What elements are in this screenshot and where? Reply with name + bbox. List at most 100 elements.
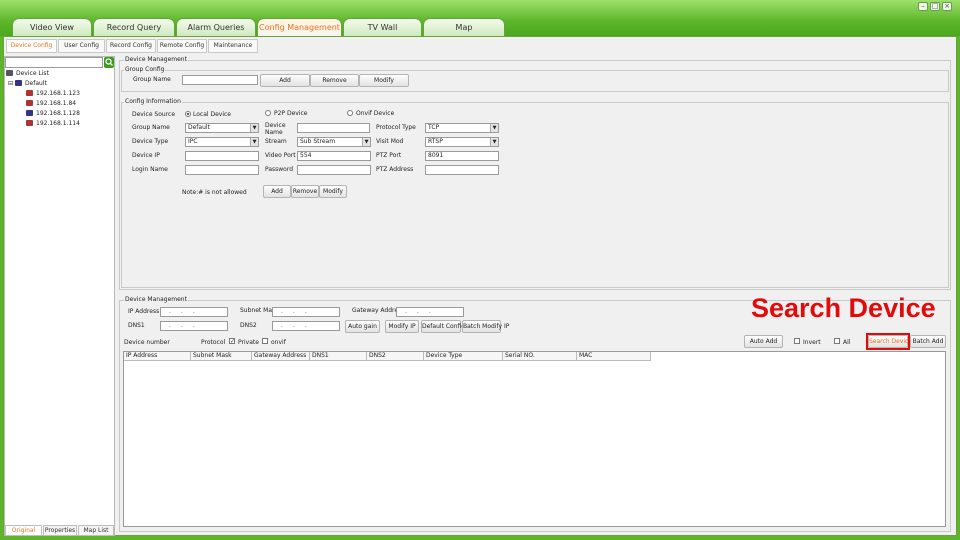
all-checkbox[interactable] xyxy=(834,338,840,344)
group-name-input[interactable] xyxy=(182,75,258,85)
col-device-type[interactable]: Device Type xyxy=(424,352,503,361)
tree-root-device-list[interactable]: Device List xyxy=(6,70,49,77)
chevron-down-icon: ▼ xyxy=(362,138,370,146)
group-modify-button[interactable]: Modify xyxy=(359,74,409,87)
camera-icon xyxy=(26,110,33,116)
subnet-mask-field[interactable]: ... xyxy=(272,307,340,317)
subtab-device-config[interactable]: Device Config xyxy=(6,39,57,53)
device-add-button[interactable]: Add xyxy=(263,185,291,198)
tab-config-management[interactable]: Config Management xyxy=(257,18,342,37)
device-ip-label: Device IP xyxy=(132,152,160,159)
subtab-maintenance[interactable]: Maintenance xyxy=(208,39,258,53)
visit-mod-label: Visit Mod xyxy=(376,138,404,145)
radio-local-device[interactable] xyxy=(185,111,191,117)
col-subnet-mask[interactable]: Subnet Mask xyxy=(191,352,252,361)
tree-device-item[interactable]: 192.168.1.84 xyxy=(26,100,76,107)
ptz-port-input[interactable]: 8091 xyxy=(425,151,499,161)
chevron-down-icon: ▼ xyxy=(490,138,498,146)
modify-ip-button[interactable]: Modify IP xyxy=(385,320,419,333)
login-name-label: Login Name xyxy=(132,166,168,173)
dns1-field[interactable]: ... xyxy=(160,321,228,331)
group-name-select[interactable]: Default ▼ xyxy=(185,123,259,133)
tree-device-item[interactable]: 192.168.1.128 xyxy=(26,110,80,117)
search-device-annotation: Search Device xyxy=(751,293,936,323)
batch-modify-ip-button[interactable]: Batch Modify IP xyxy=(462,320,509,333)
login-name-input[interactable] xyxy=(185,165,259,175)
tab-video-view[interactable]: Video View xyxy=(12,18,92,36)
device-modify-button[interactable]: Modify xyxy=(319,185,347,198)
auto-add-button[interactable]: Auto Add xyxy=(744,335,783,348)
tab-alarm-queries[interactable]: Alarm Queries xyxy=(176,18,256,36)
device-type-select[interactable]: IPC ▼ xyxy=(185,137,259,147)
device-list-panel xyxy=(4,56,115,536)
onvif-label: onvif xyxy=(271,339,286,346)
search-device-highlight-box xyxy=(866,333,910,350)
tree-device-item[interactable]: 192.168.1.123 xyxy=(26,90,80,97)
device-source-label: Device Source xyxy=(132,111,176,118)
group-add-button[interactable]: Add xyxy=(260,74,310,87)
subtab-remote-config[interactable]: Remote Config xyxy=(157,39,207,53)
col-dns2[interactable]: DNS2 xyxy=(367,352,424,361)
chevron-down-icon: ▼ xyxy=(250,138,258,146)
auto-gain-button[interactable]: Auto gain xyxy=(345,320,380,333)
tab-properties[interactable]: Properties xyxy=(43,525,77,536)
dns2-field[interactable]: ... xyxy=(272,321,340,331)
protocol-label: Protocol xyxy=(201,339,226,346)
protocol-type-label: Protocol Type xyxy=(376,124,416,131)
p2p-device-label: P2P Device xyxy=(274,110,308,117)
private-label: Private xyxy=(238,339,259,346)
onvif-checkbox[interactable] xyxy=(262,338,268,344)
gateway-address-field[interactable]: ... xyxy=(396,307,464,317)
device-search-input[interactable] xyxy=(5,57,103,68)
tab-map[interactable]: Map xyxy=(423,18,505,36)
default-config-button[interactable]: Default Config xyxy=(421,320,465,333)
tree-group-default[interactable]: ⊟ Default xyxy=(8,80,47,87)
batch-add-button[interactable]: Batch Add xyxy=(910,335,946,348)
password-input[interactable] xyxy=(297,165,371,175)
tab-map-list[interactable]: Map List xyxy=(78,525,114,536)
all-label: All xyxy=(843,339,851,346)
camera-icon xyxy=(26,120,33,126)
col-serial-no[interactable]: Serial NO. xyxy=(503,352,577,361)
camera-icon xyxy=(26,90,33,96)
config-info-title: Config Information xyxy=(124,98,182,105)
onvif-device-label: Onvif Device xyxy=(356,110,395,117)
protocol-type-select[interactable]: TCP ▼ xyxy=(425,123,499,133)
device-remove-button[interactable]: Remove xyxy=(291,185,319,198)
tab-tv-wall[interactable]: TV Wall xyxy=(343,18,422,36)
visit-mod-select[interactable]: RTSP ▼ xyxy=(425,137,499,147)
camera-icon xyxy=(26,100,33,106)
subtab-record-config[interactable]: Record Config xyxy=(106,39,156,53)
group-icon xyxy=(14,80,22,86)
chevron-down-icon: ▼ xyxy=(490,124,498,132)
video-port-input[interactable]: 554 xyxy=(297,151,371,161)
group-name-label: Group Name xyxy=(133,76,171,83)
radio-onvif-device[interactable] xyxy=(347,110,353,116)
col-ip-address[interactable]: IP Address xyxy=(124,352,191,361)
tab-original[interactable]: Original xyxy=(5,525,42,536)
col-mac[interactable]: MAC xyxy=(577,352,651,361)
device-name-input[interactable] xyxy=(297,123,370,133)
dns2-label: DNS2 xyxy=(240,322,257,329)
private-checkbox[interactable]: ✓ xyxy=(229,338,235,345)
radio-p2p-device[interactable] xyxy=(265,110,271,116)
search-icon[interactable] xyxy=(104,57,114,68)
subtab-user-config[interactable]: User Config xyxy=(58,39,105,53)
group-remove-button[interactable]: Remove xyxy=(310,74,359,87)
tree-device-item[interactable]: 192.168.1.114 xyxy=(26,120,80,127)
ptz-address-input[interactable] xyxy=(425,165,499,175)
device-results-table[interactable]: IP Address Subnet Mask Gateway Address D… xyxy=(123,351,946,527)
ptz-address-label: PTZ Address xyxy=(376,166,414,173)
tab-record-query[interactable]: Record Query xyxy=(93,18,175,36)
maximize-icon[interactable]: □ xyxy=(930,2,940,11)
invert-checkbox[interactable] xyxy=(794,338,800,344)
collapse-icon[interactable]: ⊟ xyxy=(8,80,15,87)
device-ip-input[interactable] xyxy=(185,151,259,161)
chevron-down-icon: ▼ xyxy=(250,124,258,132)
minimize-icon[interactable]: – xyxy=(918,2,928,11)
col-gateway-address[interactable]: Gateway Address xyxy=(252,352,310,361)
close-icon[interactable]: × xyxy=(942,2,952,11)
stream-select[interactable]: Sub Stream ▼ xyxy=(297,137,371,147)
ip-address-field[interactable]: ... xyxy=(160,307,228,317)
col-dns1[interactable]: DNS1 xyxy=(310,352,367,361)
